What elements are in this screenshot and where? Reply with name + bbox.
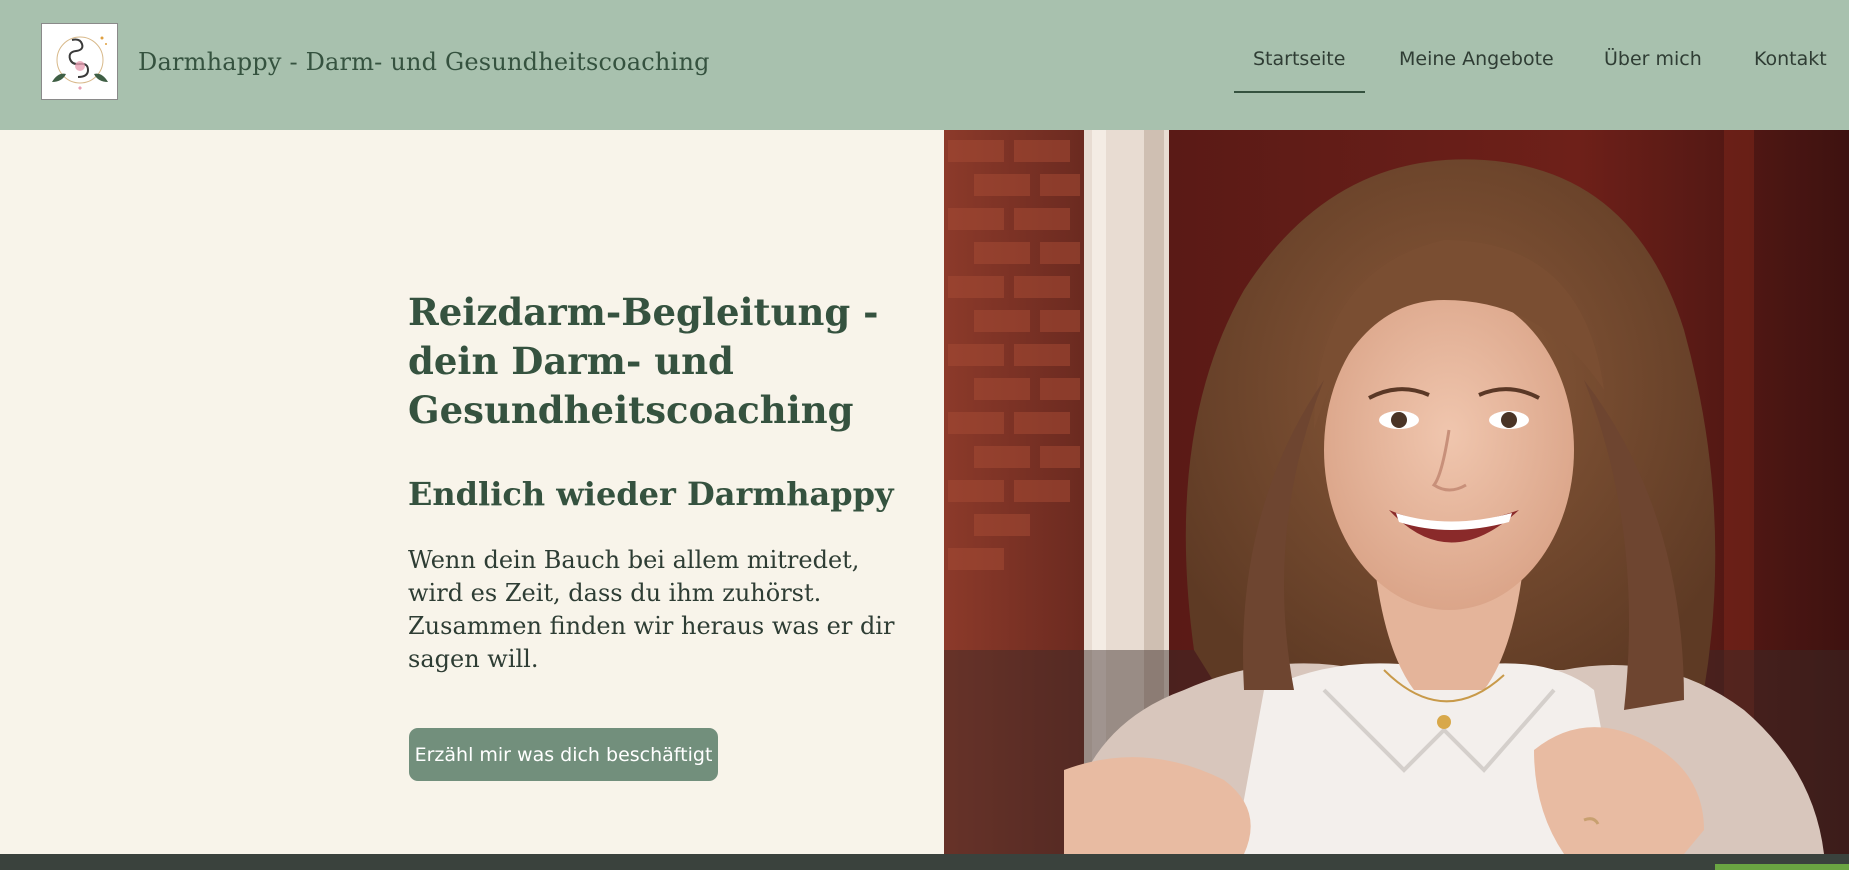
nav-item-startseite[interactable]: Startseite bbox=[1233, 48, 1366, 93]
hero-photo bbox=[944, 130, 1849, 854]
hero-text-panel: Reizdarm-Begleitung - dein Darm- und Ges… bbox=[0, 130, 944, 854]
contact-cta-button[interactable]: Erzähl mir was dich beschäftigt bbox=[409, 728, 718, 781]
nav-item-ueber-mich[interactable]: Über mich bbox=[1604, 48, 1702, 70]
hero-subheading: Endlich wieder Darmhappy bbox=[408, 475, 894, 513]
hero-heading: Reizdarm-Begleitung - dein Darm- und Ges… bbox=[408, 290, 879, 432]
nav-item-kontakt[interactable]: Kontakt bbox=[1754, 48, 1827, 70]
footer-strip bbox=[0, 854, 1849, 870]
nav-item-meine-angebote[interactable]: Meine Angebote bbox=[1399, 48, 1554, 70]
hero-description: Wenn dein Bauch bei allem mitredet, wird… bbox=[408, 546, 895, 673]
gut-logo-icon[interactable] bbox=[41, 23, 118, 100]
portrait-photo bbox=[944, 130, 1849, 854]
logo-graphic bbox=[52, 36, 108, 90]
site-header: Darmhappy - Darm- und Gesundheitscoachin… bbox=[0, 0, 1849, 130]
footer-accent-bar bbox=[1715, 864, 1849, 870]
site-title[interactable]: Darmhappy - Darm- und Gesundheitscoachin… bbox=[138, 48, 710, 76]
